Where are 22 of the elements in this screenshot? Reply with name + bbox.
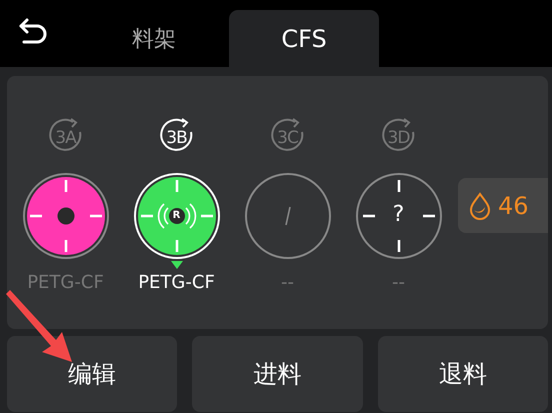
material-name: PETG-CF bbox=[138, 272, 215, 293]
action-button[interactable]: 退料 bbox=[378, 336, 548, 412]
selection-marker-icon bbox=[170, 261, 182, 269]
slot-label: 3D bbox=[388, 128, 410, 148]
material-name: -- bbox=[281, 272, 294, 293]
slash-icon bbox=[284, 206, 290, 226]
humidity-value: 46 bbox=[498, 192, 529, 220]
action-button[interactable]: 进料 bbox=[192, 336, 363, 412]
hub-icon bbox=[57, 208, 74, 224]
tab[interactable]: CFS bbox=[229, 10, 379, 67]
tick-marks bbox=[362, 180, 434, 252]
signal-icon bbox=[157, 203, 196, 229]
material-name: -- bbox=[392, 272, 405, 293]
slot-label: 3A bbox=[55, 128, 76, 148]
humidity-icon bbox=[468, 192, 492, 220]
annotation-arrow bbox=[6, 290, 72, 362]
action-button[interactable]: 编辑 bbox=[7, 336, 178, 412]
unknown-mark: ? bbox=[392, 202, 406, 228]
tab[interactable]: 料架 bbox=[79, 10, 229, 67]
slot-label: 3C bbox=[277, 128, 298, 148]
slot-label: 3B bbox=[166, 128, 187, 148]
material-name: PETG-CF bbox=[27, 272, 104, 293]
